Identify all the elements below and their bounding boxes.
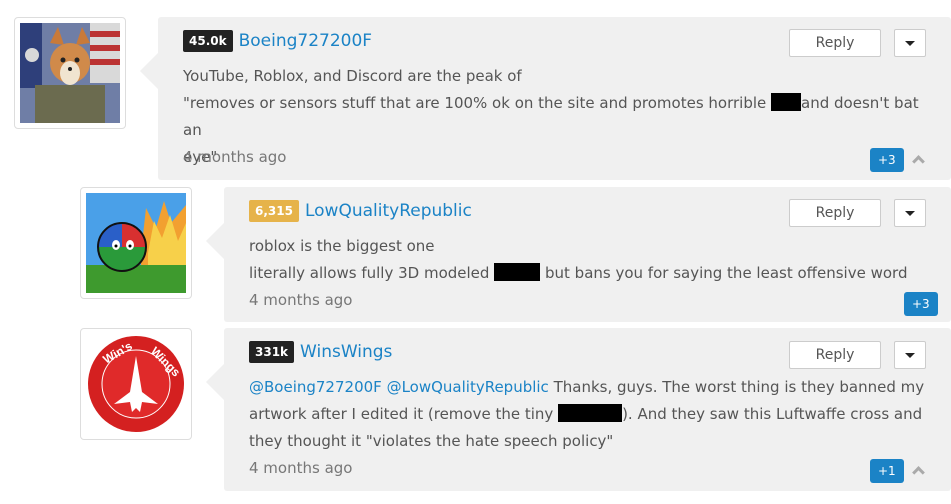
avatar-image: Win's Wings: [86, 334, 186, 434]
timestamp[interactable]: 4 months ago: [249, 459, 352, 477]
comment-body: @Boeing727200F @LowQualityRepublic Thank…: [249, 374, 931, 455]
avatar-image: [20, 23, 120, 123]
comment-text: literally allows fully 3D modeled: [249, 264, 490, 282]
avatar[interactable]: [80, 187, 192, 299]
comment-body: YouTube, Roblox, and Discord are the pea…: [183, 63, 931, 171]
comment-text: but bans you for saying the least offens…: [545, 264, 908, 282]
chevron-down-icon: [905, 40, 915, 46]
comment-line: "removes or sensors stuff that are 100% …: [183, 90, 931, 144]
comment-bubble: 6,315 LowQualityRepublic Reply roblox is…: [206, 187, 951, 322]
vote-count[interactable]: +3: [904, 292, 938, 316]
avatar[interactable]: Win's Wings: [80, 328, 192, 440]
comment-line: roblox is the biggest one: [249, 237, 435, 255]
redaction-box: [494, 263, 541, 281]
reputation-badge: 331k: [249, 341, 295, 363]
redaction-box: [558, 404, 623, 422]
bubble-pointer: [206, 364, 224, 400]
comment-header: 45.0k Boeing727200F: [183, 30, 372, 52]
reply-button[interactable]: Reply: [789, 199, 881, 227]
reply-button[interactable]: Reply: [789, 341, 881, 369]
mention-link[interactable]: @Boeing727200F: [249, 378, 382, 396]
username-link[interactable]: LowQualityRepublic: [305, 201, 472, 221]
comment-text: Thanks, guys. The worst thing is they ba…: [553, 378, 925, 396]
vote-count[interactable]: +1: [870, 459, 904, 483]
comment-line: eye": [183, 148, 218, 166]
comment-header: 331k WinsWings: [249, 341, 392, 363]
comment-body: roblox is the biggest one literally allo…: [249, 233, 931, 287]
comment-text: artwork after I edited it (remove the ti…: [249, 405, 554, 423]
username-link[interactable]: Boeing727200F: [239, 31, 373, 51]
upvote-icon[interactable]: [912, 463, 926, 477]
chevron-down-icon: [905, 210, 915, 216]
timestamp[interactable]: 4 months ago: [183, 148, 286, 166]
upvote-icon[interactable]: [912, 152, 926, 166]
comment-line: artwork after I edited it (remove the ti…: [249, 401, 931, 428]
comment-bubble: 45.0k Boeing727200F Reply YouTube, Roblo…: [140, 17, 951, 180]
comment-menu-button[interactable]: [894, 341, 926, 369]
avatar[interactable]: [14, 17, 126, 129]
comment-menu-button[interactable]: [894, 29, 926, 57]
comment-menu-button[interactable]: [894, 199, 926, 227]
timestamp[interactable]: 4 months ago: [249, 291, 352, 309]
reputation-badge: 45.0k: [183, 30, 233, 52]
comment-bubble: 331k WinsWings Reply @Boeing727200F @Low…: [206, 328, 951, 491]
reply-button[interactable]: Reply: [789, 29, 881, 57]
comment-header: 6,315 LowQualityRepublic: [249, 200, 472, 222]
mention-link[interactable]: @LowQualityRepublic: [387, 378, 549, 396]
redaction-box: [771, 93, 802, 111]
comment-line: they thought it "violates the hate speec…: [249, 432, 614, 450]
comment-text: ). And they saw this Luftwaffe cross and: [622, 405, 923, 423]
reputation-badge: 6,315: [249, 200, 299, 222]
avatar-image: [86, 193, 186, 293]
chevron-down-icon: [905, 352, 915, 358]
comment-line: YouTube, Roblox, and Discord are the pea…: [183, 67, 522, 85]
bubble-pointer: [206, 223, 224, 259]
bubble-pointer: [140, 53, 158, 89]
vote-count[interactable]: +3: [870, 148, 904, 172]
username-link[interactable]: WinsWings: [300, 342, 392, 362]
comment-line: @Boeing727200F @LowQualityRepublic Thank…: [249, 374, 931, 401]
comment-text: "removes or sensors stuff that are 100% …: [183, 94, 767, 112]
comment-line: literally allows fully 3D modeled but ba…: [249, 260, 931, 287]
